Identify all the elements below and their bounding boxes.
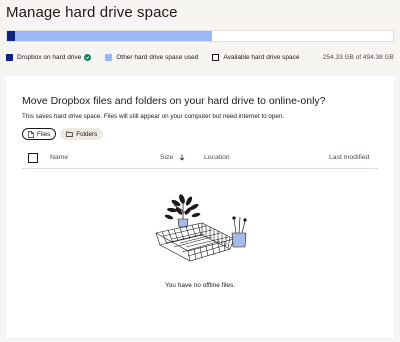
- empty-state-message: You have no offline files.: [164, 282, 236, 289]
- usage-fill-dropbox: [7, 31, 15, 41]
- files-table-header: Name Size Location Last modified: [22, 149, 378, 169]
- folders-filter-chip[interactable]: Folders: [60, 128, 104, 140]
- legend-swatch-other: [105, 53, 113, 61]
- legend-item-available: Available hard drive space: [212, 53, 300, 61]
- folder-icon: [66, 131, 74, 137]
- select-all-checkbox[interactable]: [28, 153, 38, 163]
- column-header-name[interactable]: Name: [50, 154, 68, 161]
- files-filter-chip[interactable]: Files: [22, 128, 57, 140]
- legend-label-dropbox: Dropbox on hard drive: [17, 53, 82, 61]
- legend-label-other: Other hard drive space used: [116, 53, 199, 61]
- column-header-size-label: Size: [160, 154, 174, 161]
- legend-swatch-available: [212, 53, 220, 61]
- column-header-modified[interactable]: Last modified: [329, 154, 369, 161]
- usage-fill-other: [14, 31, 212, 41]
- sort-descending-icon: [179, 154, 185, 161]
- folders-chip-label: Folders: [76, 130, 98, 138]
- legend-swatch-dropbox: [6, 53, 13, 61]
- synced-check-icon: [84, 53, 92, 61]
- column-header-size[interactable]: Size: [160, 154, 185, 161]
- legend-label-available: Available hard drive space: [223, 53, 300, 61]
- offline-files-card: Move Dropbox files and folders on your h…: [6, 76, 394, 338]
- empty-state-illustration: [155, 194, 247, 262]
- legend-item-dropbox: Dropbox on hard drive: [6, 53, 92, 61]
- column-header-location[interactable]: Location: [204, 154, 230, 161]
- legend-item-other: Other hard drive space used: [105, 53, 199, 61]
- storage-usage-bar: [6, 30, 394, 42]
- files-chip-label: Files: [37, 130, 51, 138]
- page-title: Manage hard drive space: [6, 4, 178, 21]
- usage-total: 254.33 GB of 494.38 GB: [322, 53, 394, 61]
- usage-legend: Dropbox on hard drive Other hard drive s…: [6, 51, 394, 63]
- file-icon: [28, 130, 34, 138]
- card-heading: Move Dropbox files and folders on your h…: [22, 95, 326, 107]
- filter-chips: Files Folders: [22, 128, 107, 140]
- card-description: This saves hard drive space. Files will …: [22, 113, 285, 120]
